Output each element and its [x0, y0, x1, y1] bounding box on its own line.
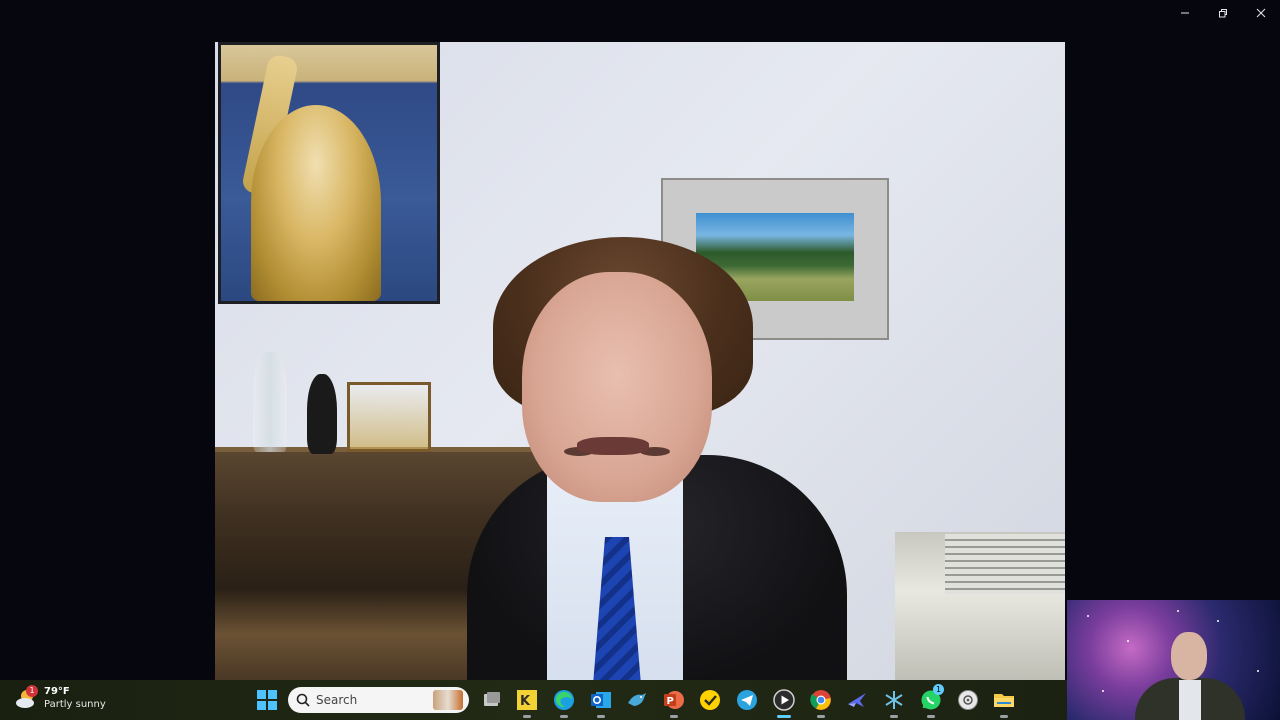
media-player-icon	[773, 689, 795, 711]
wall-poster	[218, 42, 440, 304]
statuette	[307, 374, 337, 454]
star-app-icon	[885, 691, 903, 709]
weather-temperature: 79°F	[44, 686, 70, 697]
whatsapp-badge: 1	[933, 684, 944, 695]
start-button[interactable]	[257, 690, 277, 710]
disk-app-icon	[958, 690, 978, 710]
norton-icon	[700, 690, 720, 710]
disk-app[interactable]	[956, 688, 980, 712]
file-explorer-app[interactable]	[992, 688, 1016, 718]
jet-app-icon	[848, 693, 866, 707]
windows-logo-icon	[257, 690, 277, 710]
powerpoint-app[interactable]: P	[662, 688, 686, 718]
window-controls	[1166, 0, 1280, 26]
jet-app[interactable]	[845, 688, 869, 712]
search-highlight-image	[433, 690, 463, 710]
telegram-icon	[737, 690, 757, 710]
weather-condition: Partly sunny	[44, 699, 106, 710]
svg-text:K: K	[520, 694, 531, 709]
weather-icon: 1	[14, 685, 38, 710]
kleopatra-app[interactable]: K	[515, 688, 539, 718]
taskbar: 1 79°F Partly sunny Search K P 1	[0, 680, 1067, 720]
taskbar-search[interactable]: Search	[288, 687, 469, 713]
kleopatra-icon: K	[517, 690, 537, 710]
speaker-video[interactable]	[215, 42, 1065, 680]
glass-bottle	[253, 352, 287, 452]
outlook-app[interactable]	[589, 688, 613, 718]
search-placeholder: Search	[316, 693, 358, 707]
close-button[interactable]	[1242, 0, 1280, 26]
weather-badge: 1	[26, 685, 38, 697]
self-view-person	[1135, 630, 1245, 720]
restore-button[interactable]	[1204, 0, 1242, 26]
speaker-person	[467, 197, 957, 680]
task-view-button[interactable]	[480, 688, 504, 712]
file-explorer-icon	[994, 694, 1014, 707]
bird-app-icon	[628, 693, 646, 706]
bottle-rack	[347, 382, 431, 452]
edge-icon	[554, 690, 574, 710]
telegram-app[interactable]	[735, 688, 759, 712]
search-icon	[296, 693, 310, 707]
powerpoint-icon: P	[664, 691, 684, 709]
bird-app[interactable]	[625, 688, 649, 712]
task-view-icon	[484, 692, 500, 706]
chrome-app[interactable]	[809, 688, 833, 718]
chrome-icon	[810, 690, 831, 710]
edge-app[interactable]	[552, 688, 576, 718]
self-view-video[interactable]	[1067, 600, 1280, 720]
minimize-button[interactable]	[1166, 0, 1204, 26]
restore-icon	[1219, 9, 1227, 18]
minimize-icon	[1181, 12, 1189, 14]
weather-widget[interactable]: 1 79°F Partly sunny	[14, 685, 106, 711]
close-icon	[1256, 8, 1266, 18]
star-app[interactable]	[882, 688, 906, 718]
whatsapp-app[interactable]: 1	[919, 684, 944, 718]
svg-text:P: P	[667, 696, 674, 707]
media-player-app[interactable]	[772, 688, 796, 718]
outlook-icon	[591, 692, 611, 708]
norton-app[interactable]	[698, 688, 722, 712]
